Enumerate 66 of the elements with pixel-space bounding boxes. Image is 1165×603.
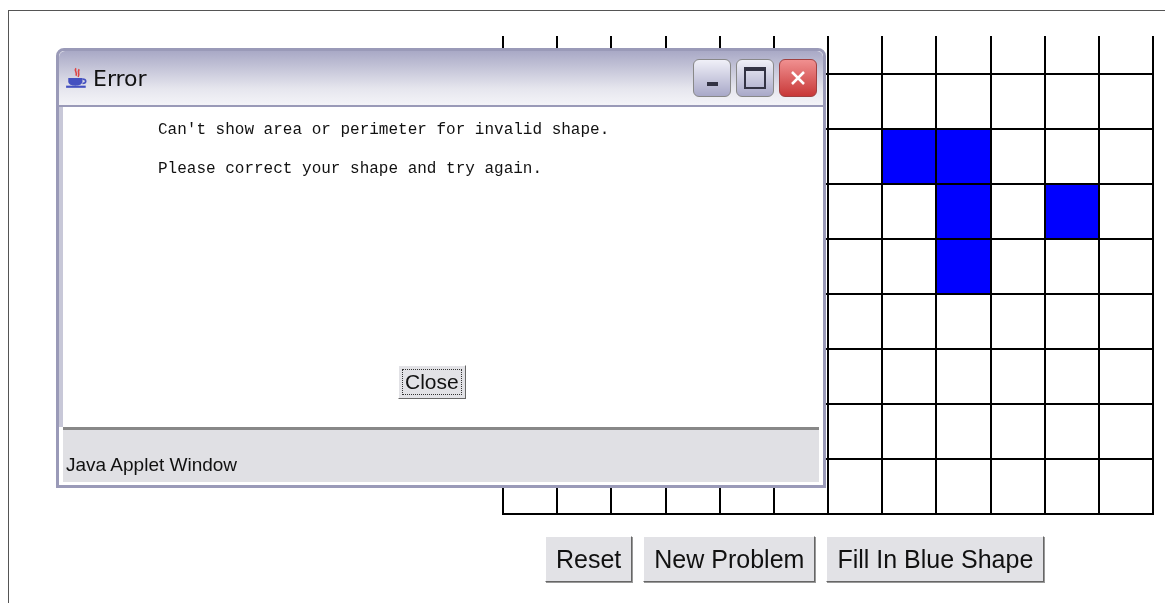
error-message: Can't show area or perimeter for invalid shape.	[158, 121, 611, 139]
grid-cell[interactable]	[883, 185, 936, 238]
grid-cell[interactable]	[991, 295, 1044, 348]
error-message: Please correct your shape and try again.	[158, 160, 544, 178]
grid-cell[interactable]	[829, 405, 882, 458]
window-title: Error	[93, 65, 147, 91]
grid-cell[interactable]	[1045, 36, 1098, 73]
grid-cell[interactable]	[991, 75, 1044, 128]
grid-cell[interactable]	[1099, 240, 1152, 293]
grid-cell[interactable]	[937, 295, 990, 348]
grid-cell[interactable]	[1099, 185, 1152, 238]
grid-cell[interactable]	[883, 75, 936, 128]
grid-cell[interactable]	[1045, 350, 1098, 403]
status-text: Java Applet Window	[66, 454, 238, 476]
grid-cell[interactable]	[883, 350, 936, 403]
grid-cell[interactable]	[991, 130, 1044, 183]
grid-cell[interactable]	[991, 350, 1044, 403]
close-button[interactable]	[779, 59, 817, 97]
grid-cell[interactable]	[937, 130, 990, 183]
grid-cell[interactable]	[883, 36, 936, 73]
grid-cell[interactable]	[937, 240, 990, 293]
grid-cell[interactable]	[937, 185, 990, 238]
grid-cell[interactable]	[1045, 405, 1098, 458]
grid-cell[interactable]	[829, 130, 882, 183]
grid-cell[interactable]	[937, 460, 990, 513]
grid-cell[interactable]	[883, 460, 936, 513]
grid-cell[interactable]	[1045, 295, 1098, 348]
grid-cell[interactable]	[1099, 295, 1152, 348]
grid-cell[interactable]	[883, 240, 936, 293]
grid-cell[interactable]	[991, 185, 1044, 238]
grid-cell[interactable]	[829, 240, 882, 293]
grid-cell[interactable]	[1045, 75, 1098, 128]
grid-cell[interactable]	[829, 75, 882, 128]
close-dialog-button[interactable]: Close	[398, 365, 466, 399]
grid-cell[interactable]	[1045, 240, 1098, 293]
maximize-button[interactable]	[736, 59, 774, 97]
grid-cell[interactable]	[1099, 460, 1152, 513]
grid-cell[interactable]	[829, 36, 882, 73]
minimize-button[interactable]	[693, 59, 731, 97]
grid-cell[interactable]	[1045, 185, 1098, 238]
grid-cell[interactable]	[1045, 130, 1098, 183]
grid-cell[interactable]	[1099, 130, 1152, 183]
action-button[interactable]: New Problem	[643, 536, 816, 582]
grid-cell[interactable]	[829, 350, 882, 403]
grid-cell[interactable]	[1099, 36, 1152, 73]
grid-cell[interactable]	[937, 36, 990, 73]
grid-cell[interactable]	[883, 405, 936, 458]
grid-cell[interactable]	[829, 460, 882, 513]
grid-cell[interactable]	[829, 185, 882, 238]
grid-cell[interactable]	[1045, 460, 1098, 513]
grid-cell[interactable]	[883, 295, 936, 348]
action-button[interactable]: Reset	[545, 536, 633, 582]
grid-cell[interactable]	[991, 460, 1044, 513]
grid-cell[interactable]	[1099, 350, 1152, 403]
grid-cell[interactable]	[991, 240, 1044, 293]
coffee-cup-icon	[65, 66, 89, 90]
grid-cell[interactable]	[883, 130, 936, 183]
grid-cell[interactable]	[1099, 405, 1152, 458]
grid-cell[interactable]	[937, 75, 990, 128]
grid-cell[interactable]	[937, 350, 990, 403]
grid-cell[interactable]	[937, 405, 990, 458]
action-button[interactable]: Fill In Blue Shape	[826, 536, 1045, 582]
grid-cell[interactable]	[991, 405, 1044, 458]
grid-cell[interactable]	[991, 36, 1044, 73]
grid-cell[interactable]	[1099, 75, 1152, 128]
grid-cell[interactable]	[829, 295, 882, 348]
